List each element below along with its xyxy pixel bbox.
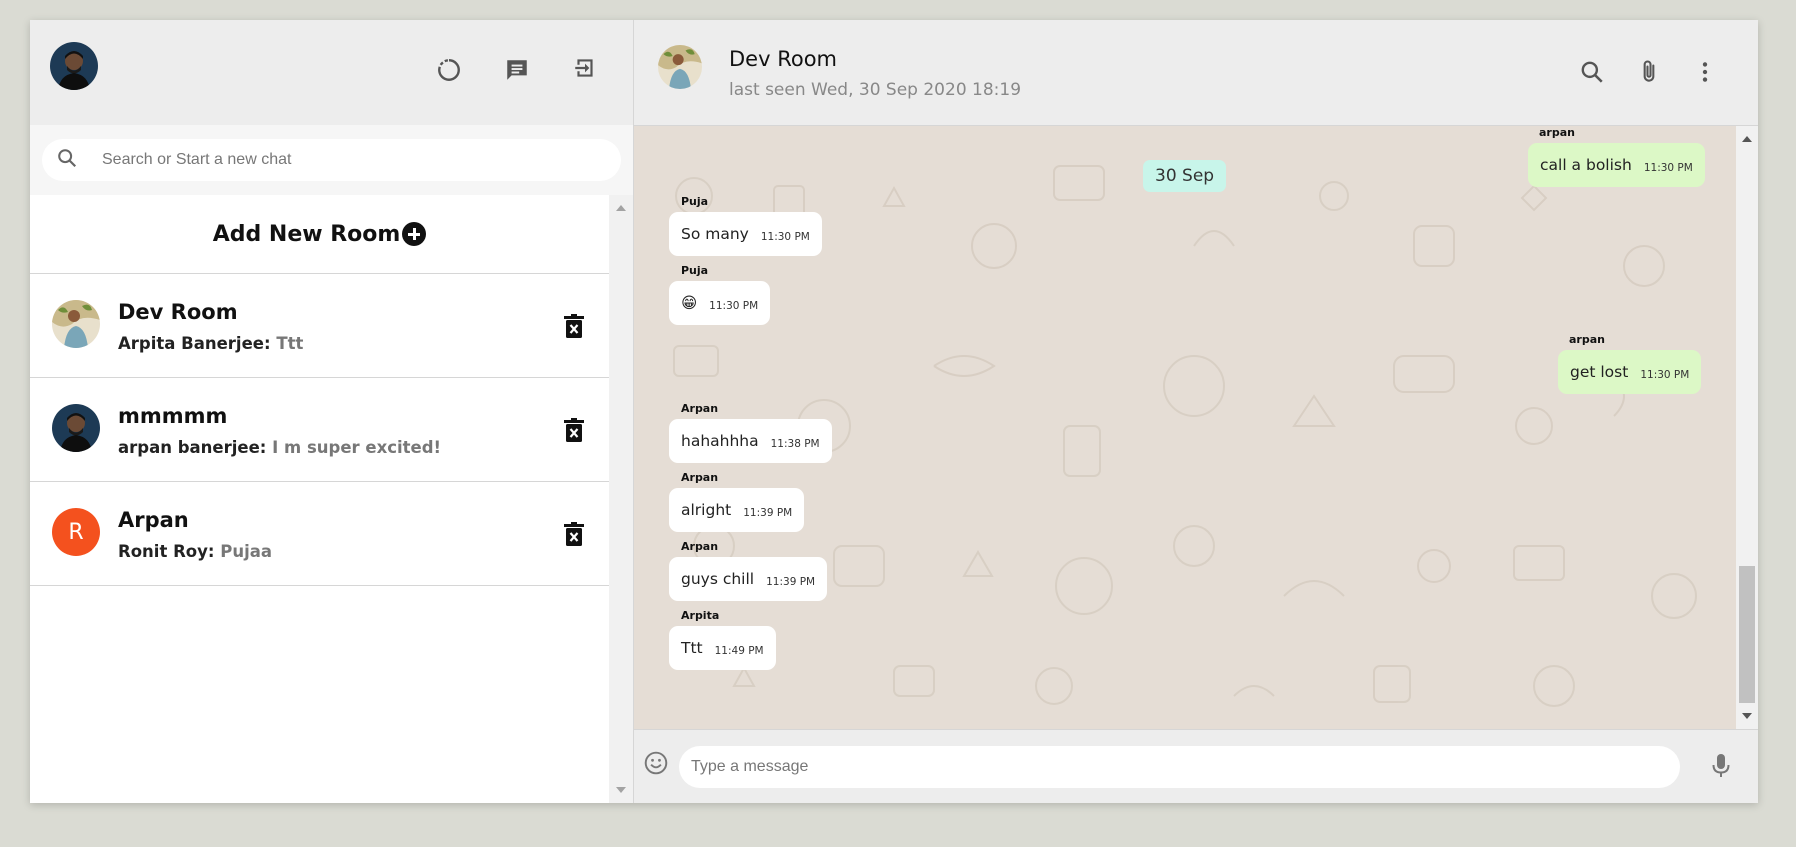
search-icon [56, 147, 78, 174]
sidebar: Add New Room Dev Room [30, 20, 634, 803]
message-time: 11:39 PM [743, 506, 793, 519]
message-sender: Arpan [681, 402, 719, 415]
trash-icon[interactable] [562, 522, 586, 553]
last-message-text: Pujaa [220, 542, 272, 561]
message-sender: Puja [681, 195, 709, 208]
chat-title: Dev Room [729, 47, 837, 71]
mic-icon[interactable] [1709, 752, 1733, 785]
chat-name: Dev Room [118, 300, 238, 324]
message-text: call a bolish [1540, 156, 1632, 174]
message-text: So many [681, 225, 749, 243]
logout-icon[interactable] [571, 54, 599, 82]
message-bubble[interactable]: So many 11:30 PM [669, 212, 822, 256]
scroll-down-arrow[interactable] [616, 787, 627, 793]
message-text: guys chill [681, 570, 755, 588]
chat-body-wrap: 30 Sep arpan call a bolish 11:30 PM Puja… [634, 126, 1758, 729]
more-vertical-icon[interactable] [1691, 58, 1719, 86]
chat-list: Add New Room Dev Room Arpita Banerjee: T… [30, 195, 610, 803]
avatar[interactable] [658, 45, 702, 89]
add-room-label: Add New Room [212, 221, 401, 247]
avatar[interactable] [50, 42, 98, 90]
emoji-icon[interactable] [643, 750, 669, 781]
message-bubble[interactable]: alright 11:39 PM [669, 488, 805, 532]
chat-header: Dev Room last seen Wed, 30 Sep 2020 18:1… [634, 20, 1758, 126]
message-time: 11:30 PM [760, 230, 810, 243]
chat-name: mmmmm [118, 404, 228, 428]
message-sender: Arpita [681, 609, 720, 622]
chat-list-item[interactable]: R Arpan Ronit Roy: Pujaa [30, 482, 610, 586]
last-sender: Ronit Roy: [118, 542, 215, 561]
search-icon[interactable] [1578, 58, 1606, 86]
avatar: R [52, 508, 100, 556]
scroll-up-arrow[interactable] [616, 205, 627, 211]
add-room-button[interactable]: Add New Room [30, 195, 610, 274]
scroll-down-arrow[interactable] [1742, 713, 1752, 719]
message-sender: Arpan [681, 540, 719, 553]
trash-icon[interactable] [562, 314, 586, 345]
status-icon[interactable] [435, 56, 463, 84]
message-area[interactable]: 30 Sep arpan call a bolish 11:30 PM Puja… [634, 126, 1736, 729]
message-text: hahahhha [681, 432, 759, 450]
message-time: 11:38 PM [770, 437, 820, 450]
message-time: 11:39 PM [766, 575, 816, 588]
scrollbar-thumb[interactable] [1739, 566, 1755, 703]
message-time: 11:30 PM [1643, 161, 1693, 174]
last-sender: arpan banerjee: [118, 438, 267, 457]
message-bubble[interactable]: call a bolish 11:30 PM [1528, 143, 1705, 187]
message-text: 😁 [681, 294, 698, 312]
message-time: 11:49 PM [714, 644, 764, 657]
chat-last-message: arpan banerjee: I m super excited! [118, 438, 441, 457]
last-seen: last seen Wed, 30 Sep 2020 18:19 [729, 80, 1022, 100]
message-bubble[interactable]: get lost 11:30 PM [1558, 350, 1702, 394]
paperclip-icon[interactable] [1635, 58, 1663, 86]
sidebar-scrollbar[interactable] [609, 195, 633, 803]
scroll-up-arrow[interactable] [1742, 136, 1752, 142]
new-chat-icon[interactable] [503, 56, 531, 84]
chat-list-item[interactable]: mmmmm arpan banerjee: I m super excited! [30, 378, 610, 482]
chat-name: Arpan [118, 508, 189, 532]
trash-icon[interactable] [562, 418, 586, 449]
message-time: 11:30 PM [1640, 368, 1690, 381]
date-chip: 30 Sep [1143, 160, 1227, 192]
app-window: Add New Room Dev Room [30, 20, 1758, 803]
message-input[interactable] [679, 746, 1680, 788]
message-bubble[interactable]: 😁 11:30 PM [669, 281, 771, 325]
plus-circle-icon [402, 222, 427, 246]
message-sender: arpan [1569, 333, 1605, 346]
last-message-text: I m super excited! [272, 438, 442, 457]
message-bubble[interactable]: guys chill 11:39 PM [669, 557, 828, 601]
last-message-text: Ttt [276, 334, 304, 353]
message-time: 11:30 PM [709, 299, 759, 312]
chat-footer [634, 729, 1758, 803]
message-bubble[interactable]: Ttt 11:49 PM [669, 626, 776, 670]
message-sender: Puja [681, 264, 709, 277]
sidebar-header [30, 20, 633, 125]
chat-scrollbar[interactable] [1736, 126, 1758, 729]
chat-last-message: Ronit Roy: Pujaa [118, 542, 272, 561]
search-bar [30, 125, 633, 195]
avatar [52, 404, 100, 452]
chat-last-message: Arpita Banerjee: Ttt [118, 334, 303, 353]
avatar-letter: R [68, 519, 84, 545]
sidebar-list-wrap: Add New Room Dev Room Arpita Banerjee: T… [30, 195, 633, 803]
message-text: alright [681, 501, 732, 519]
message-text: get lost [1570, 363, 1629, 381]
chat-panel: Dev Room last seen Wed, 30 Sep 2020 18:1… [634, 20, 1758, 803]
search-input[interactable] [102, 151, 607, 169]
search-box [42, 139, 621, 181]
message-sender: Arpan [681, 471, 719, 484]
message-text: Ttt [681, 639, 703, 657]
message-sender: arpan [1539, 126, 1575, 139]
avatar [52, 300, 100, 348]
message-bubble[interactable]: hahahhha 11:38 PM [669, 419, 832, 463]
chat-list-item[interactable]: Dev Room Arpita Banerjee: Ttt [30, 274, 610, 378]
last-sender: Arpita Banerjee: [118, 334, 271, 353]
